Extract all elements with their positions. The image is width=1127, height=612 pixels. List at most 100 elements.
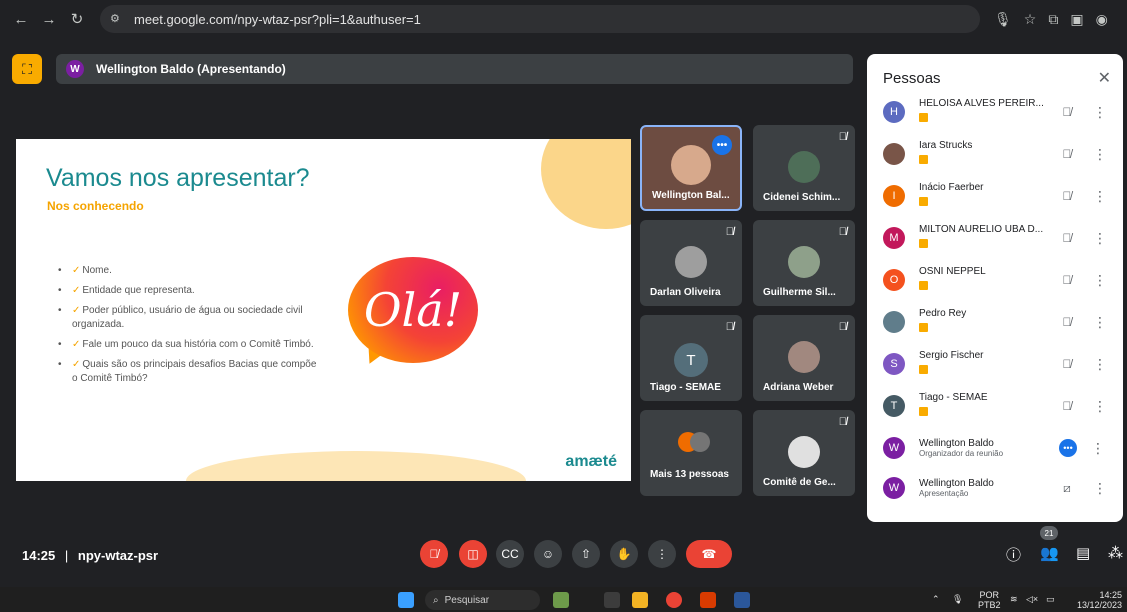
reload-icon[interactable]: ↻	[66, 10, 88, 28]
mic-off-icon[interactable]: 🎙̸	[1055, 147, 1079, 161]
participant-name: Darlan Oliveira	[650, 287, 721, 298]
file-explorer-icon[interactable]	[632, 592, 648, 608]
participant-name: Sergio Fischer	[919, 349, 984, 361]
participant-name: Guilherme Sil...	[763, 287, 836, 298]
mic-off-icon[interactable]: 🎙̸	[1055, 105, 1079, 119]
participant-row[interactable]: T Tiago - SEMAE 🎙̸ ⋮	[883, 386, 1115, 426]
more-options-icon[interactable]: •••	[712, 135, 732, 155]
clock-time: 14:25	[1099, 590, 1122, 600]
participant-tile[interactable]: 🎙̸ Guilherme Sil...	[753, 220, 855, 306]
close-icon[interactable]: ✕	[1098, 68, 1111, 88]
more-vert-icon[interactable]: ⋮	[1093, 188, 1107, 205]
sidebar-icon[interactable]: ▣	[1070, 11, 1083, 28]
more-options-icon[interactable]: •••	[1059, 439, 1077, 457]
emoji-button[interactable]: ☺	[534, 540, 562, 568]
mic-off-icon[interactable]: 🎙̸	[1055, 399, 1079, 413]
avatar: T	[883, 395, 905, 417]
participant-row[interactable]: W Wellington Baldo Organizador da reunião…	[883, 428, 1115, 468]
site-settings-icon[interactable]: ⚙	[110, 12, 124, 26]
info-icon[interactable]: ⓘ	[1006, 544, 1021, 565]
mic-off-icon[interactable]: 🎙̸	[1055, 315, 1079, 329]
participant-tile[interactable]: 🎙̸ T Tiago - SEMAE	[640, 315, 742, 401]
activities-icon[interactable]: ⁂	[1108, 544, 1123, 562]
participant-row[interactable]: Pedro Rey 🎙̸ ⋮	[883, 302, 1115, 342]
more-vert-icon[interactable]: ⋮	[1093, 230, 1107, 247]
present-button[interactable]: ⇧	[572, 540, 600, 568]
more-vert-icon[interactable]: ⋮	[1093, 314, 1107, 331]
bullet-item: ✓Quais são os principais desafios Bacias…	[58, 358, 318, 386]
participant-tile[interactable]: 🎙̸ Comitê de Ge...	[753, 410, 855, 496]
widgets-icon[interactable]	[553, 592, 569, 608]
wifi-icon[interactable]: ≋	[1010, 594, 1018, 604]
forward-icon[interactable]: →	[38, 11, 60, 28]
participant-row[interactable]: I Inácio Faerber 🎙̸ ⋮	[883, 176, 1115, 216]
no-video-icon[interactable]: ⛶	[12, 54, 42, 84]
more-options-button[interactable]: ⋮	[648, 540, 676, 568]
meeting-code: npy-wtaz-psr	[77, 548, 159, 563]
check-icon: ✓	[72, 305, 81, 316]
mic-icon[interactable]: 🎙	[952, 594, 963, 604]
mic-off-icon: 🎙̸	[838, 416, 847, 428]
participant-role: Apresentação	[919, 489, 969, 498]
participant-row[interactable]: W Wellington Baldo Apresentação ⧄ ⋮	[883, 468, 1115, 508]
participant-row[interactable]: M MILTON AURELIO UBA D... 🎙̸ ⋮	[883, 218, 1115, 258]
task-view-icon[interactable]	[604, 592, 620, 608]
more-vert-icon[interactable]: ⋮	[1093, 104, 1107, 121]
presenter-pill[interactable]: W Wellington Baldo (Apresentando)	[56, 54, 853, 84]
slide-subtitle: Nos conhecendo	[47, 199, 144, 213]
chevron-up-icon[interactable]: ⌃	[932, 594, 940, 604]
extensions-icon[interactable]: ⧉	[1048, 11, 1058, 28]
participant-tile[interactable]: ••• Wellington Bal...	[640, 125, 742, 211]
battery-icon[interactable]: ▭	[1046, 594, 1055, 604]
people-icon[interactable]: 👥	[1040, 544, 1059, 562]
participant-row[interactable]: H HELOISA ALVES PEREIR... 🎙̸ ⋮	[883, 92, 1115, 132]
volume-icon[interactable]: ◁×	[1026, 594, 1038, 604]
star-icon[interactable]: ☆	[1024, 11, 1037, 28]
language-indicator[interactable]: POR PTB2	[978, 590, 1001, 610]
raise-hand-button[interactable]: ✋	[610, 540, 638, 568]
captions-button[interactable]: CC	[496, 540, 524, 568]
participant-row[interactable]: S Sergio Fischer 🎙̸ ⋮	[883, 344, 1115, 384]
more-vert-icon[interactable]: ⋮	[1093, 146, 1107, 163]
screen-share-off-icon[interactable]: ⧄	[1055, 481, 1079, 496]
avatar	[883, 143, 905, 165]
participant-row[interactable]: Iara Strucks 🎙̸ ⋮	[883, 134, 1115, 174]
address-bar[interactable]: ⚙ meet.google.com/npy-wtaz-psr?pli=1&aut…	[100, 5, 980, 33]
slide-decoration	[541, 139, 631, 229]
chat-icon[interactable]: ▤	[1076, 544, 1090, 562]
more-vert-icon[interactable]: ⋮	[1093, 398, 1107, 415]
participant-tile[interactable]: 🎙̸ Darlan Oliveira	[640, 220, 742, 306]
chrome-icon[interactable]	[666, 592, 682, 608]
profile-icon[interactable]: ◉	[1096, 11, 1108, 28]
people-panel: Pessoas ✕ H HELOISA ALVES PEREIR... 🎙̸ ⋮…	[867, 54, 1123, 522]
participant-tile[interactable]: 🎙̸ Adriana Weber	[753, 315, 855, 401]
taskbar-search[interactable]: ⌕ Pesquisar	[425, 590, 540, 610]
mic-off-icon[interactable]: 🎙̸	[1055, 273, 1079, 287]
mic-off-icon[interactable]: 🎙̸	[1055, 189, 1079, 203]
mic-off-button[interactable]: 🎙̸	[420, 540, 448, 568]
camera-off-button[interactable]: ◫	[459, 540, 487, 568]
more-vert-icon[interactable]: ⋮	[1093, 356, 1107, 373]
more-vert-icon[interactable]: ⋮	[1093, 480, 1107, 497]
more-participants-tile[interactable]: Mais 13 pessoas	[640, 410, 742, 496]
mic-icon[interactable]: 🎙	[994, 11, 1012, 28]
back-icon[interactable]: ←	[10, 11, 32, 28]
slide-title: Vamos nos apresentar?	[46, 164, 310, 192]
check-icon: ✓	[72, 285, 81, 296]
mic-off-icon[interactable]: 🎙̸	[1055, 357, 1079, 371]
more-vert-icon[interactable]: ⋮	[1093, 272, 1107, 289]
participant-name: Adriana Weber	[763, 382, 834, 393]
lang-sub-label: PTB2	[978, 600, 1001, 610]
mic-off-icon[interactable]: 🎙̸	[1055, 231, 1079, 245]
avatar: W	[883, 437, 905, 459]
windows-start-icon[interactable]	[398, 592, 414, 608]
more-vert-icon[interactable]: ⋮	[1091, 440, 1105, 457]
participant-row[interactable]: O OSNI NEPPEL 🎙̸ ⋮	[883, 260, 1115, 300]
leave-call-button[interactable]: ☎	[686, 540, 732, 568]
browser-toolbar: ← → ↻ ⚙ meet.google.com/npy-wtaz-psr?pli…	[0, 0, 1127, 38]
word-icon[interactable]	[734, 592, 750, 608]
system-clock[interactable]: 14:25 13/12/2023	[1066, 590, 1122, 610]
app-icon[interactable]	[700, 592, 716, 608]
mic-off-icon: 🎙̸	[725, 321, 734, 333]
participant-tile[interactable]: 🎙̸ Cidenei Schim...	[753, 125, 855, 211]
